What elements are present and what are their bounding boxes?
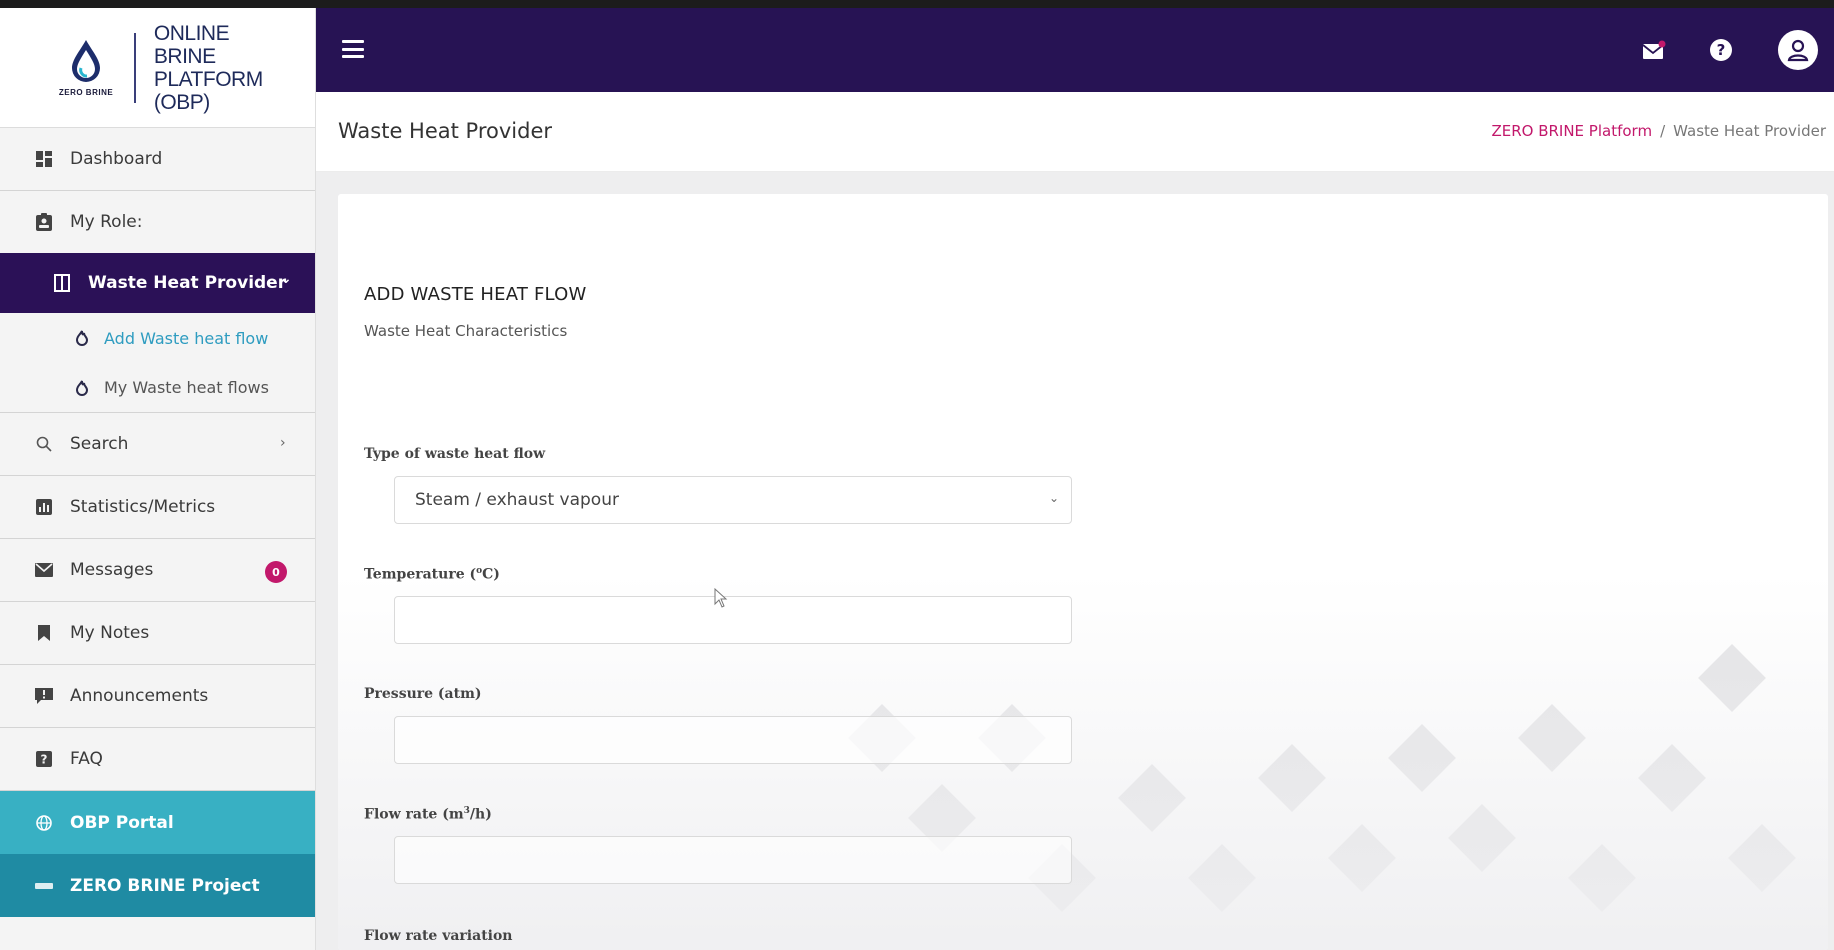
chevron-down-icon: ⌄ [1048, 491, 1059, 505]
sidebar-item-announcements-label: Announcements [70, 686, 209, 706]
type-of-waste-heat-flow-select[interactable]: Steam / exhaust vapour ⌄ [394, 476, 1072, 524]
flow-rate-input[interactable] [394, 836, 1072, 884]
decorative-diamond [1188, 844, 1256, 912]
search-icon [34, 434, 54, 454]
sidebar-item-faq[interactable]: ? FAQ [0, 728, 315, 791]
sidebar-item-statistics[interactable]: Statistics/Metrics [0, 476, 315, 539]
decorative-diamond [1448, 804, 1516, 872]
sidebar-item-announcements[interactable]: Announcements [0, 665, 315, 728]
breadcrumb: ZERO BRINE Platform / Waste Heat Provider [1491, 122, 1826, 140]
decorative-diamond [1328, 824, 1396, 892]
decorative-diamond [1258, 744, 1326, 812]
main-content: ADD WASTE HEAT FLOW Waste Heat Character… [316, 172, 1834, 950]
top-strip [0, 0, 1834, 8]
sidebar-subitem-my-waste-heat-flows[interactable]: My Waste heat flows [0, 363, 315, 413]
flame-icon [74, 378, 90, 398]
temperature-label: Temperature (oC) [364, 566, 500, 583]
breadcrumb-separator: / [1660, 122, 1666, 140]
question-square-icon: ? [34, 749, 54, 769]
bar-chart-icon [34, 497, 54, 517]
decorative-diamond [1638, 744, 1706, 812]
sidebar-item-zero-brine-project[interactable]: ZERO BRINE Project [0, 854, 315, 917]
svg-text:?: ? [41, 753, 48, 767]
sidebar-subitem-add-waste-heat-flow[interactable]: Add Waste heat flow [0, 313, 315, 363]
sidebar-item-waste-heat-provider-label: Waste Heat Provider [88, 273, 287, 293]
chevron-down-icon: ⌄ [280, 271, 292, 287]
type-of-waste-heat-flow-value: Steam / exhaust vapour [415, 490, 619, 510]
mail-icon[interactable] [1642, 40, 1666, 60]
breadcrumb-current: Waste Heat Provider [1673, 122, 1826, 140]
door-icon [52, 273, 72, 293]
sidebar-item-my-notes[interactable]: My Notes [0, 602, 315, 665]
sidebar-item-statistics-label: Statistics/Metrics [70, 497, 216, 517]
globe-icon [34, 813, 54, 833]
http-icon [34, 876, 54, 896]
brand-logo-caption: ZERO BRINE [58, 88, 114, 97]
top-header: ? [316, 8, 1834, 92]
decorative-diamond [1388, 724, 1456, 792]
brand-name: ONLINE BRINE PLATFORM (OBP) [154, 22, 315, 114]
mouse-cursor-icon [714, 588, 728, 608]
messages-count-badge: 0 [265, 561, 287, 583]
decorative-diamond [1568, 844, 1636, 912]
form-subtitle: Waste Heat Characteristics [364, 322, 568, 340]
decorative-diamond [1118, 764, 1186, 832]
sidebar-subitem-my-flows-label: My Waste heat flows [104, 378, 269, 397]
brand-name-line-3: PLATFORM (OBP) [153, 67, 263, 114]
flow-rate-label: Flow rate (m3/h) [364, 806, 492, 823]
help-icon[interactable]: ? [1710, 39, 1732, 61]
decorative-diamond [1728, 824, 1796, 892]
water-drop-icon [72, 40, 101, 82]
sidebar-item-dashboard[interactable]: Dashboard [0, 128, 315, 191]
sidebar-item-dashboard-label: Dashboard [70, 149, 163, 169]
flow-rate-variation-label: Flow rate variation [364, 928, 513, 944]
hamburger-icon[interactable] [342, 40, 364, 58]
form-card: ADD WASTE HEAT FLOW Waste Heat Character… [338, 194, 1828, 950]
user-icon[interactable] [1778, 30, 1818, 70]
page-title: Waste Heat Provider [338, 119, 553, 143]
sidebar-item-zero-brine-project-label: ZERO BRINE Project [70, 875, 260, 896]
chevron-right-icon: › [280, 435, 286, 451]
decorative-diamond [1518, 704, 1586, 772]
sidebar-item-my-notes-label: My Notes [70, 623, 150, 643]
brand-name-line-2: BRINE [153, 44, 216, 68]
page-title-bar: Waste Heat Provider ZERO BRINE Platform /… [316, 92, 1834, 172]
sidebar-item-search[interactable]: Search › [0, 413, 315, 476]
sidebar-nav: Dashboard My Role: Waste Heat Provider ⌄… [0, 128, 315, 917]
form-title: ADD WASTE HEAT FLOW [364, 284, 587, 305]
dashboard-icon [34, 149, 54, 169]
sidebar-item-faq-label: FAQ [70, 749, 103, 769]
pressure-label: Pressure (atm) [364, 686, 482, 702]
sidebar-item-messages[interactable]: Messages 0 [0, 539, 315, 602]
sidebar-item-obp-portal[interactable]: OBP Portal [0, 791, 315, 854]
sidebar: ZERO BRINE ONLINE BRINE PLATFORM (OBP) D… [0, 8, 316, 950]
brand-name-line-1: ONLINE [153, 21, 230, 45]
type-of-waste-heat-flow-label: Type of waste heat flow [364, 446, 546, 462]
brand-logo-block[interactable]: ZERO BRINE ONLINE BRINE PLATFORM (OBP) [0, 8, 315, 128]
bookmark-icon [34, 623, 54, 643]
sidebar-item-my-role-label: My Role: [70, 212, 143, 232]
sidebar-item-my-role: My Role: [0, 191, 315, 253]
decorative-diamond [1698, 644, 1766, 712]
sidebar-subitem-add-label: Add Waste heat flow [104, 328, 269, 348]
brand-separator [134, 32, 136, 103]
breadcrumb-root-link[interactable]: ZERO BRINE Platform [1491, 122, 1652, 140]
flame-icon [74, 328, 90, 348]
sidebar-item-search-label: Search [70, 434, 129, 454]
envelope-icon [34, 560, 54, 580]
pressure-input[interactable] [394, 716, 1072, 764]
sidebar-item-obp-portal-label: OBP Portal [70, 812, 174, 833]
sidebar-item-messages-label: Messages [70, 560, 154, 580]
brand-logo: ZERO BRINE [50, 38, 122, 97]
sidebar-item-waste-heat-provider[interactable]: Waste Heat Provider ⌄ [0, 253, 315, 313]
id-card-icon [34, 212, 54, 232]
announcement-icon [34, 686, 54, 706]
temperature-input[interactable] [394, 596, 1072, 644]
